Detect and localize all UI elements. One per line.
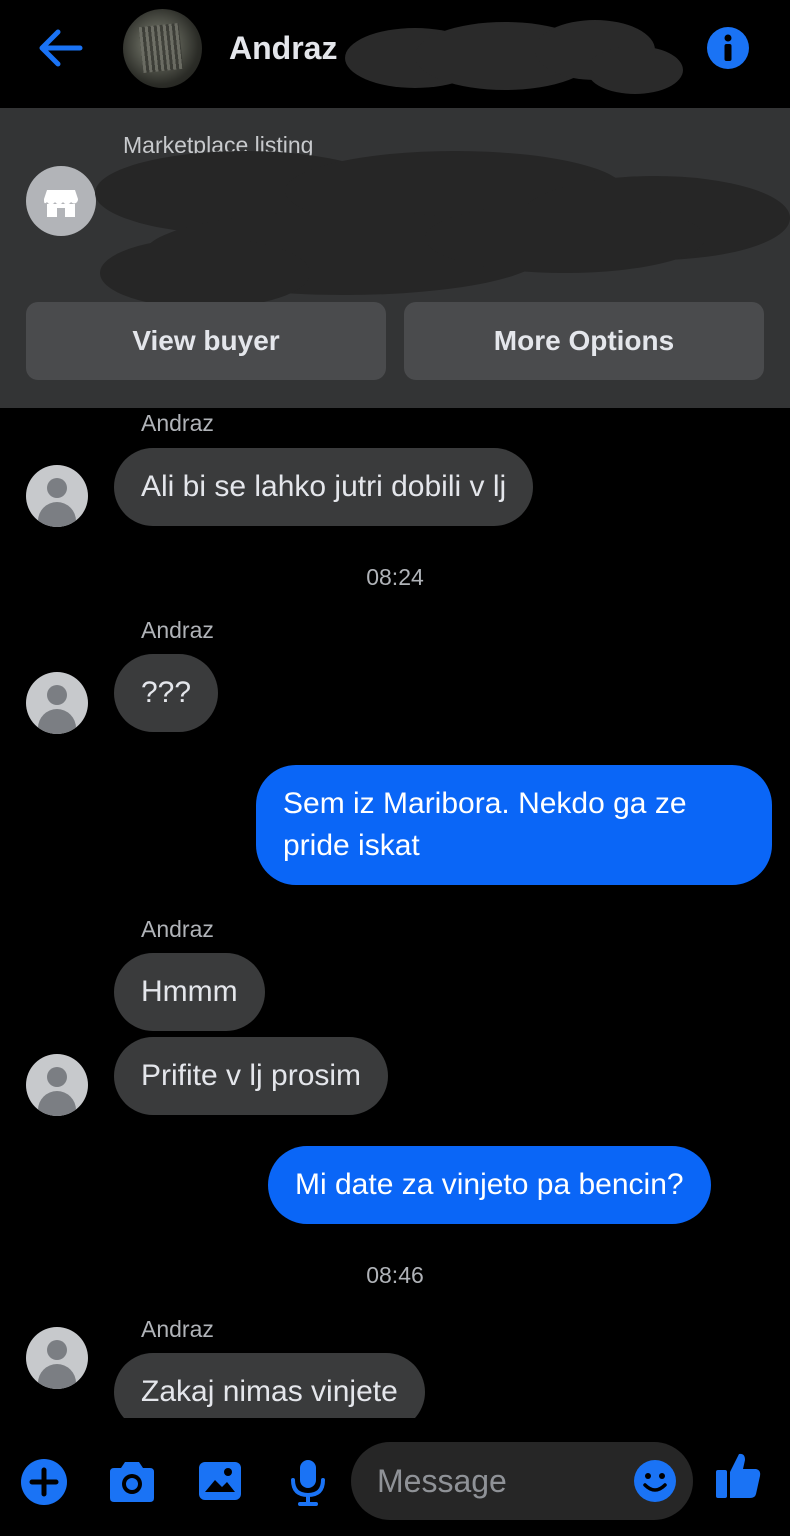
marketplace-listing-panel: Marketplace listing View buyer More Opti… bbox=[0, 108, 790, 408]
avatar-icon bbox=[26, 465, 88, 527]
plus-icon[interactable] bbox=[20, 1458, 68, 1506]
back-arrow-icon[interactable] bbox=[36, 26, 86, 70]
timestamp: 08:46 bbox=[366, 1262, 424, 1288]
more-options-button[interactable]: More Options bbox=[404, 302, 764, 380]
contact-name[interactable]: Andraz bbox=[229, 30, 337, 67]
avatar-icon bbox=[26, 1327, 88, 1389]
incoming-message[interactable]: Ali bi se lahko jutri dobili v lj bbox=[114, 448, 534, 526]
redacted-surname-scribble bbox=[345, 20, 683, 94]
emoji-icon[interactable] bbox=[633, 1459, 677, 1503]
outgoing-message[interactable]: Sem iz Maribora. Nekdo ga ze pride iskat bbox=[256, 765, 772, 885]
message-field[interactable] bbox=[351, 1442, 693, 1520]
marketplace-store-icon bbox=[26, 166, 96, 236]
info-icon[interactable] bbox=[706, 26, 750, 70]
sender-name: Andraz bbox=[141, 410, 214, 436]
timestamp: 08:24 bbox=[366, 564, 424, 590]
redacted-listing-title-scribble bbox=[95, 151, 790, 308]
microphone-icon[interactable] bbox=[288, 1458, 328, 1508]
sender-name: Andraz bbox=[141, 617, 214, 643]
chat-header: Andraz bbox=[0, 0, 790, 108]
message-input[interactable] bbox=[377, 1442, 617, 1520]
incoming-message[interactable]: ??? bbox=[114, 654, 219, 732]
contact-avatar[interactable] bbox=[123, 9, 202, 88]
gallery-icon[interactable] bbox=[197, 1458, 243, 1504]
incoming-message[interactable]: Hmmm bbox=[114, 953, 265, 1031]
outgoing-message-line: pride iskat bbox=[283, 829, 420, 862]
sender-name: Andraz bbox=[141, 916, 214, 942]
thumbs-up-icon[interactable] bbox=[714, 1450, 762, 1500]
outgoing-message-line: Sem iz Maribora. Nekdo ga ze bbox=[283, 787, 687, 820]
outgoing-message[interactable]: Mi date za vinjeto pa bencin? bbox=[268, 1146, 711, 1224]
avatar-icon bbox=[26, 672, 88, 734]
message-composer bbox=[0, 1418, 790, 1536]
view-buyer-button[interactable]: View buyer bbox=[26, 302, 386, 380]
sender-name: Andraz bbox=[141, 1316, 214, 1342]
camera-icon[interactable] bbox=[106, 1458, 158, 1506]
avatar-icon bbox=[26, 1054, 88, 1116]
incoming-message[interactable]: Prifite v lj prosim bbox=[114, 1037, 389, 1115]
